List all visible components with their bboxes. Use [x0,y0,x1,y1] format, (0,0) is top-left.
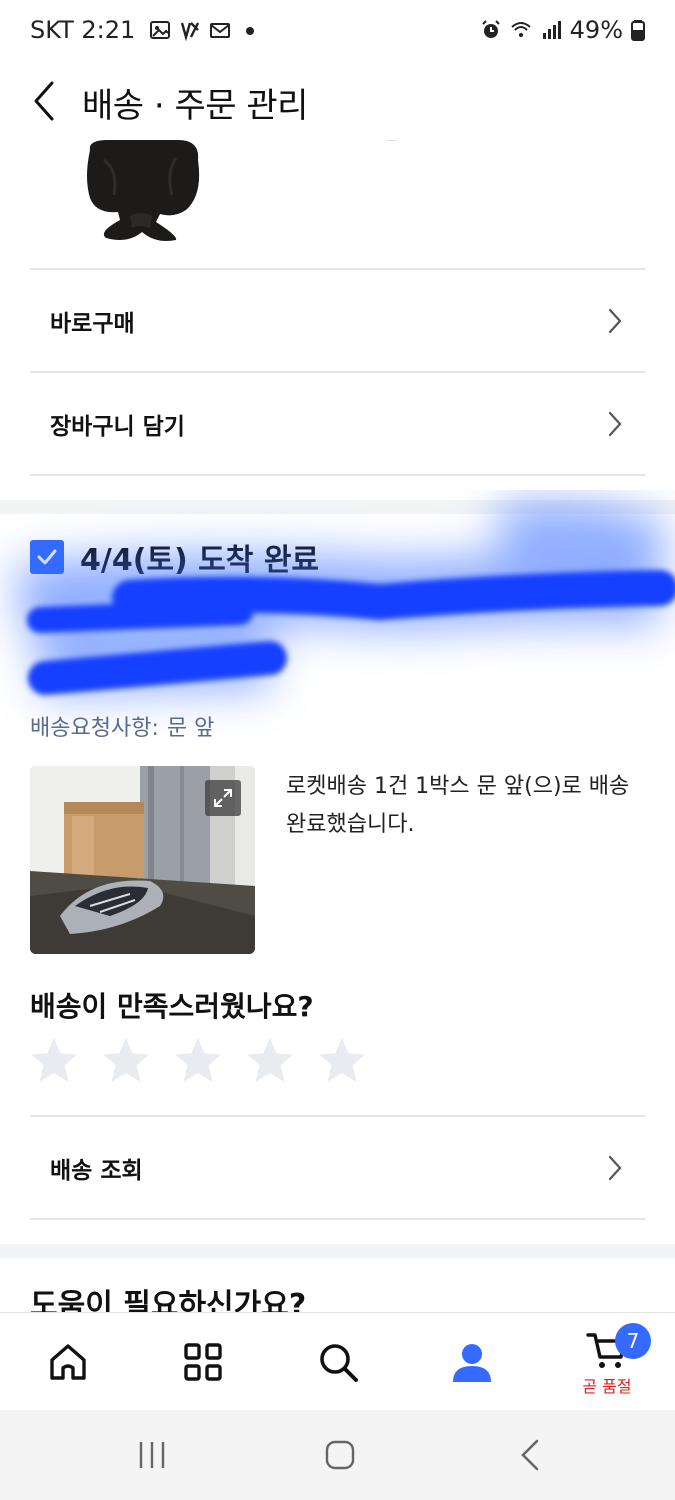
recent-apps-icon [139,1442,165,1468]
dot-icon [246,27,255,35]
gallery-icon [150,21,171,39]
battery-percent: 49% [569,16,623,44]
star-icon-4[interactable] [244,1035,296,1087]
nav-cart[interactable]: 곧 품절 7 [557,1313,657,1411]
buy-now-row[interactable]: 바로구매 [30,271,645,371]
star-icon-5[interactable] [316,1035,368,1087]
buy-now-label: 바로구매 [50,311,135,337]
notification-icons [149,19,261,41]
add-to-cart-label: 장바구니 담기 [50,414,185,440]
wifi-icon [510,22,531,37]
star-icon-2[interactable] [100,1035,152,1087]
cart-badge: 7 [615,1323,651,1359]
nav-home[interactable] [18,1313,118,1411]
divider [30,1218,645,1220]
system-nav-bar [0,1410,675,1500]
divider [30,474,645,476]
status-right: 49% [480,16,645,44]
nav-my-account[interactable] [422,1313,522,1411]
delivery-request-label: 배송요청사항: [30,716,159,741]
back-system-button[interactable] [510,1435,550,1475]
battery-icon [631,20,645,41]
star-icon-3[interactable] [172,1035,224,1087]
section-gap [0,500,675,514]
chevron-right-icon [608,308,622,334]
back-arrow-icon [521,1439,539,1471]
page-title: 배송 · 주문 관리 [82,86,308,126]
home-system-button[interactable] [320,1435,360,1475]
home-square-icon [325,1440,355,1470]
star-icon-1[interactable] [28,1035,80,1087]
carrier-time: SKT 2:21 [30,16,136,44]
product-image[interactable] [78,140,208,245]
tracking-row[interactable]: 배송 조회 [30,1118,645,1218]
check-icon [30,540,64,574]
status-left: SKT 2:21 [30,16,261,44]
tracking-label: 배송 조회 [50,1158,143,1184]
search-icon [320,1344,358,1382]
star-rating[interactable] [28,1035,368,1087]
expand-icon [214,789,232,807]
nav-search[interactable] [288,1313,388,1411]
chevron-right-icon [608,1155,622,1181]
rating-question: 배송이 만족스러웠나요? [30,990,314,1023]
arrival-title: 4/4(토) 도착 완료 [80,543,320,578]
alarm-icon [481,20,500,38]
cart-label: 곧 품절 [582,1377,632,1396]
divider [30,371,645,373]
nav-categories[interactable] [153,1313,253,1411]
user-icon [453,1344,491,1382]
signal-icon [542,21,561,39]
arrival-status: 4/4(토) 도착 완료 [30,535,319,579]
delivery-request-value: 문 앞 [166,716,215,741]
delivery-request: 배송요청사항: 문 앞 [30,710,214,742]
add-to-cart-row[interactable]: 장바구니 담기 [30,374,645,474]
chevron-left-icon [34,81,54,121]
expand-button[interactable] [205,780,241,816]
status-bar: SKT 2:21 49% [0,0,675,64]
app-notification-icon [181,22,200,41]
mail-icon [210,23,231,38]
back-button[interactable] [22,76,66,126]
delivery-message: 로켓배송 1건 1박스 문 앞(으)로 배송 완료했습니다. [286,774,630,837]
delivery-photo[interactable] [30,766,255,954]
recent-apps-button[interactable] [132,1435,172,1475]
app-header: 배송 · 주문 관리 [0,64,675,140]
home-icon [50,1344,86,1380]
grid-icon [184,1343,222,1381]
section-gap [0,1244,675,1258]
divider [30,1115,645,1117]
bottom-nav: 곧 품절 7 [0,1312,675,1410]
divider [30,268,645,270]
chevron-right-icon [608,411,622,437]
